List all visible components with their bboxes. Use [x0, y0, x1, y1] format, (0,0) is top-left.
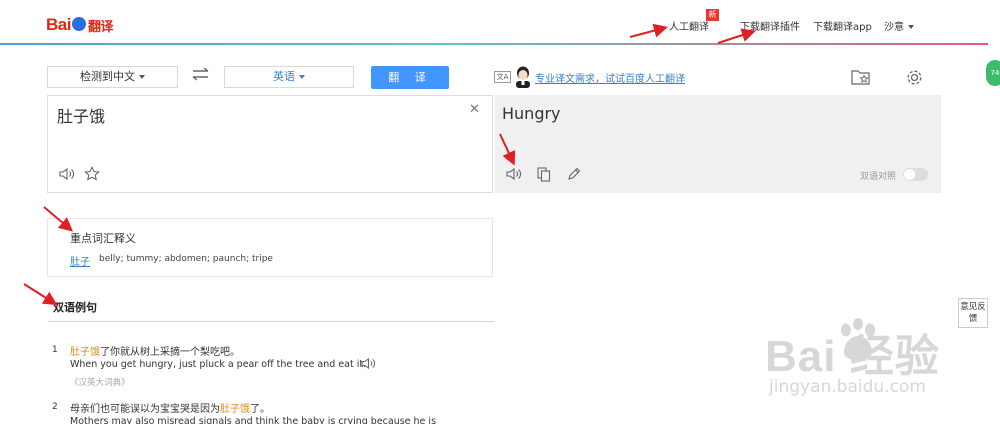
- star-icon[interactable]: [84, 166, 100, 182]
- close-icon[interactable]: ✕: [469, 102, 480, 117]
- paw-icon: [71, 17, 86, 31]
- example-chinese-text: 了你就从树上采摘一个梨吃吧。: [100, 347, 240, 358]
- example-number: 1: [52, 345, 58, 355]
- example-chinese-sentence: 母亲们也可能误以为宝宝哭是因为肚子饿了。: [70, 400, 270, 415]
- translate-button[interactable]: 翻 译: [371, 66, 449, 89]
- key-vocabulary-card: [47, 218, 493, 277]
- chevron-down-icon: [139, 75, 145, 79]
- favorites-folder-icon[interactable]: [851, 69, 871, 85]
- chevron-down-icon: [299, 75, 305, 79]
- watermark-url: jingyan.baidu.com: [769, 377, 926, 397]
- tab-bilingual-examples[interactable]: 双语例句: [53, 299, 97, 315]
- vocabulary-definition: belly; tummy; abdomen; paunch; tripe: [99, 254, 273, 264]
- target-language-value: 英语: [273, 70, 295, 83]
- example-source[interactable]: 《汉英大词典》: [70, 376, 130, 388]
- user-name: 沙意: [884, 22, 904, 33]
- example-number: 2: [52, 402, 58, 412]
- speaker-icon[interactable]: [361, 357, 376, 370]
- example-english-sentence: Mothers may also misread signals and thi…: [70, 416, 437, 424]
- red-arrow: [23, 283, 58, 306]
- nav-download-plugin[interactable]: 下载翻译插件: [740, 18, 800, 33]
- speaker-icon[interactable]: [506, 167, 522, 181]
- logo-suffix: 翻译: [87, 18, 114, 34]
- paw-icon: [838, 318, 878, 362]
- example-chinese-text: 了。: [250, 404, 270, 415]
- vocabulary-word-link[interactable]: 肚子: [70, 253, 90, 268]
- feedback-button[interactable]: 意见反馈: [958, 298, 988, 328]
- example-chinese-sentence: 肚子饿了你就从树上采摘一个梨吃吧。: [70, 343, 240, 358]
- logo-text: Bai: [46, 15, 71, 34]
- target-language-select[interactable]: 英语: [224, 66, 354, 88]
- nav-user-menu[interactable]: 沙意: [884, 18, 914, 33]
- human-translation-promo[interactable]: 文A 专业译文需求，试试百度人工翻译: [494, 66, 685, 88]
- example-keyword: 肚子饿: [220, 404, 250, 415]
- speaker-icon[interactable]: [59, 167, 75, 181]
- new-badge: 新: [706, 9, 719, 21]
- swap-languages-icon[interactable]: [192, 67, 210, 81]
- example-chinese-text: 母亲们也可能误以为宝宝哭是因为: [70, 404, 220, 415]
- pencil-icon[interactable]: [567, 167, 581, 181]
- tab-underline: [48, 321, 494, 322]
- translation-output-text: Hungry: [502, 104, 561, 123]
- source-text-panel: [47, 95, 493, 193]
- toggle-knob: [904, 169, 915, 180]
- translate-doc-icon: 文A: [494, 71, 511, 83]
- bilingual-compare-toggle[interactable]: [903, 168, 928, 181]
- gear-icon[interactable]: [906, 69, 923, 86]
- source-language-select[interactable]: 检测到中文: [47, 66, 178, 88]
- side-badge[interactable]: 74: [986, 60, 1000, 86]
- baidu-translate-logo[interactable]: Bai 翻译: [46, 15, 113, 35]
- copy-icon[interactable]: [537, 167, 551, 182]
- translator-avatar: [516, 66, 530, 88]
- nav-download-app[interactable]: 下载翻译app: [813, 18, 872, 33]
- key-vocabulary-title: 重点词汇释义: [70, 232, 136, 245]
- source-language-value: 检测到中文: [80, 70, 135, 83]
- source-text-input[interactable]: 肚子饿: [57, 103, 105, 127]
- header-gradient-line: [0, 43, 988, 45]
- example-english-sentence: When you get hungry, just pluck a pear o…: [70, 359, 367, 370]
- example-keyword: 肚子饿: [70, 347, 100, 358]
- promo-link[interactable]: 专业译文需求，试试百度人工翻译: [535, 70, 685, 85]
- nav-human-translation[interactable]: 人工翻译: [669, 18, 709, 33]
- chevron-down-icon: [908, 25, 914, 29]
- bilingual-compare-label: 双语对照: [860, 172, 897, 182]
